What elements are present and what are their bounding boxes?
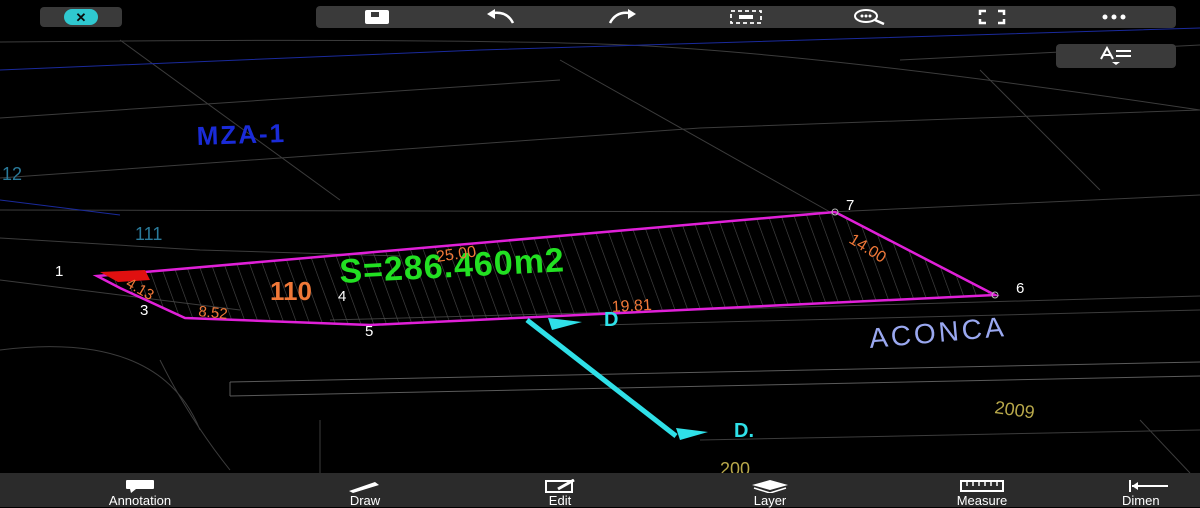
zoom-search-icon: [853, 9, 885, 25]
nav-edit[interactable]: Edit: [510, 473, 610, 507]
text-style-button[interactable]: [1056, 44, 1176, 68]
top-toolbar: [316, 6, 1176, 28]
nav-draw[interactable]: Draw: [310, 473, 420, 507]
zoom-button[interactable]: [839, 7, 899, 27]
bottom-nav: Annotation Draw Edit Layer Measure Dimen: [0, 473, 1200, 507]
more-icon: [1102, 14, 1126, 20]
select-area-button[interactable]: [716, 7, 776, 27]
undo-icon: [487, 9, 515, 24]
nav-label: Edit: [548, 493, 572, 508]
ruler-icon: [957, 478, 1007, 493]
redo-button[interactable]: [593, 7, 653, 27]
close-icon: ✕: [64, 9, 98, 25]
edit-icon: [540, 478, 580, 493]
text-style-icon: [1100, 46, 1131, 65]
nav-measure[interactable]: Measure: [912, 473, 1052, 507]
nav-layer[interactable]: Layer: [710, 473, 830, 507]
nav-label: Dimen: [1122, 493, 1160, 508]
vertex-5: 5: [365, 323, 373, 340]
save-icon: [365, 10, 390, 24]
neighbor-number-12: 12: [2, 164, 22, 184]
dimension-icon: [1128, 478, 1168, 493]
save-button[interactable]: [347, 7, 407, 27]
fullscreen-icon: [978, 9, 1005, 25]
nav-label: Annotation: [108, 493, 172, 508]
fullscreen-button[interactable]: [962, 7, 1022, 27]
more-button[interactable]: [1084, 7, 1144, 27]
vertex-6: 6: [1016, 280, 1024, 297]
redo-icon: [608, 9, 637, 24]
vertex-4: 4: [338, 288, 346, 305]
close-button[interactable]: ✕: [40, 7, 122, 27]
block-label: MZA-1: [196, 118, 286, 151]
layers-icon: [748, 478, 792, 493]
cyan-pointer: [525, 318, 708, 440]
pointer-label-d2: D.: [734, 420, 754, 442]
year-label-2009: 2009: [993, 397, 1035, 422]
lot-number: 110: [270, 276, 312, 306]
undo-button[interactable]: [470, 7, 530, 27]
select-area-icon: [730, 10, 762, 24]
nav-annotation[interactable]: Annotation: [62, 473, 218, 507]
nav-dimension[interactable]: Dimen: [1112, 473, 1200, 507]
neighbor-number-111: 111: [135, 224, 162, 244]
cad-drawing-canvas[interactable]: MZA-1 12 111 S=286.460m2 110 25.00 14.00…: [0, 0, 1200, 507]
nav-label: Layer: [753, 493, 787, 508]
vertex-3: 3: [140, 302, 148, 319]
pointer-label-d: D: [604, 309, 618, 331]
nav-label: Draw: [349, 493, 381, 508]
draw-pencil-icon: [345, 478, 385, 493]
annotation-icon: [120, 478, 160, 493]
nav-label: Measure: [956, 493, 1008, 508]
dimension-bottom-left: 8.52: [198, 303, 229, 323]
blue-boundary-lines: [0, 27, 1200, 216]
vertex-7: 7: [846, 197, 854, 214]
vertex-1: 1: [55, 263, 63, 280]
